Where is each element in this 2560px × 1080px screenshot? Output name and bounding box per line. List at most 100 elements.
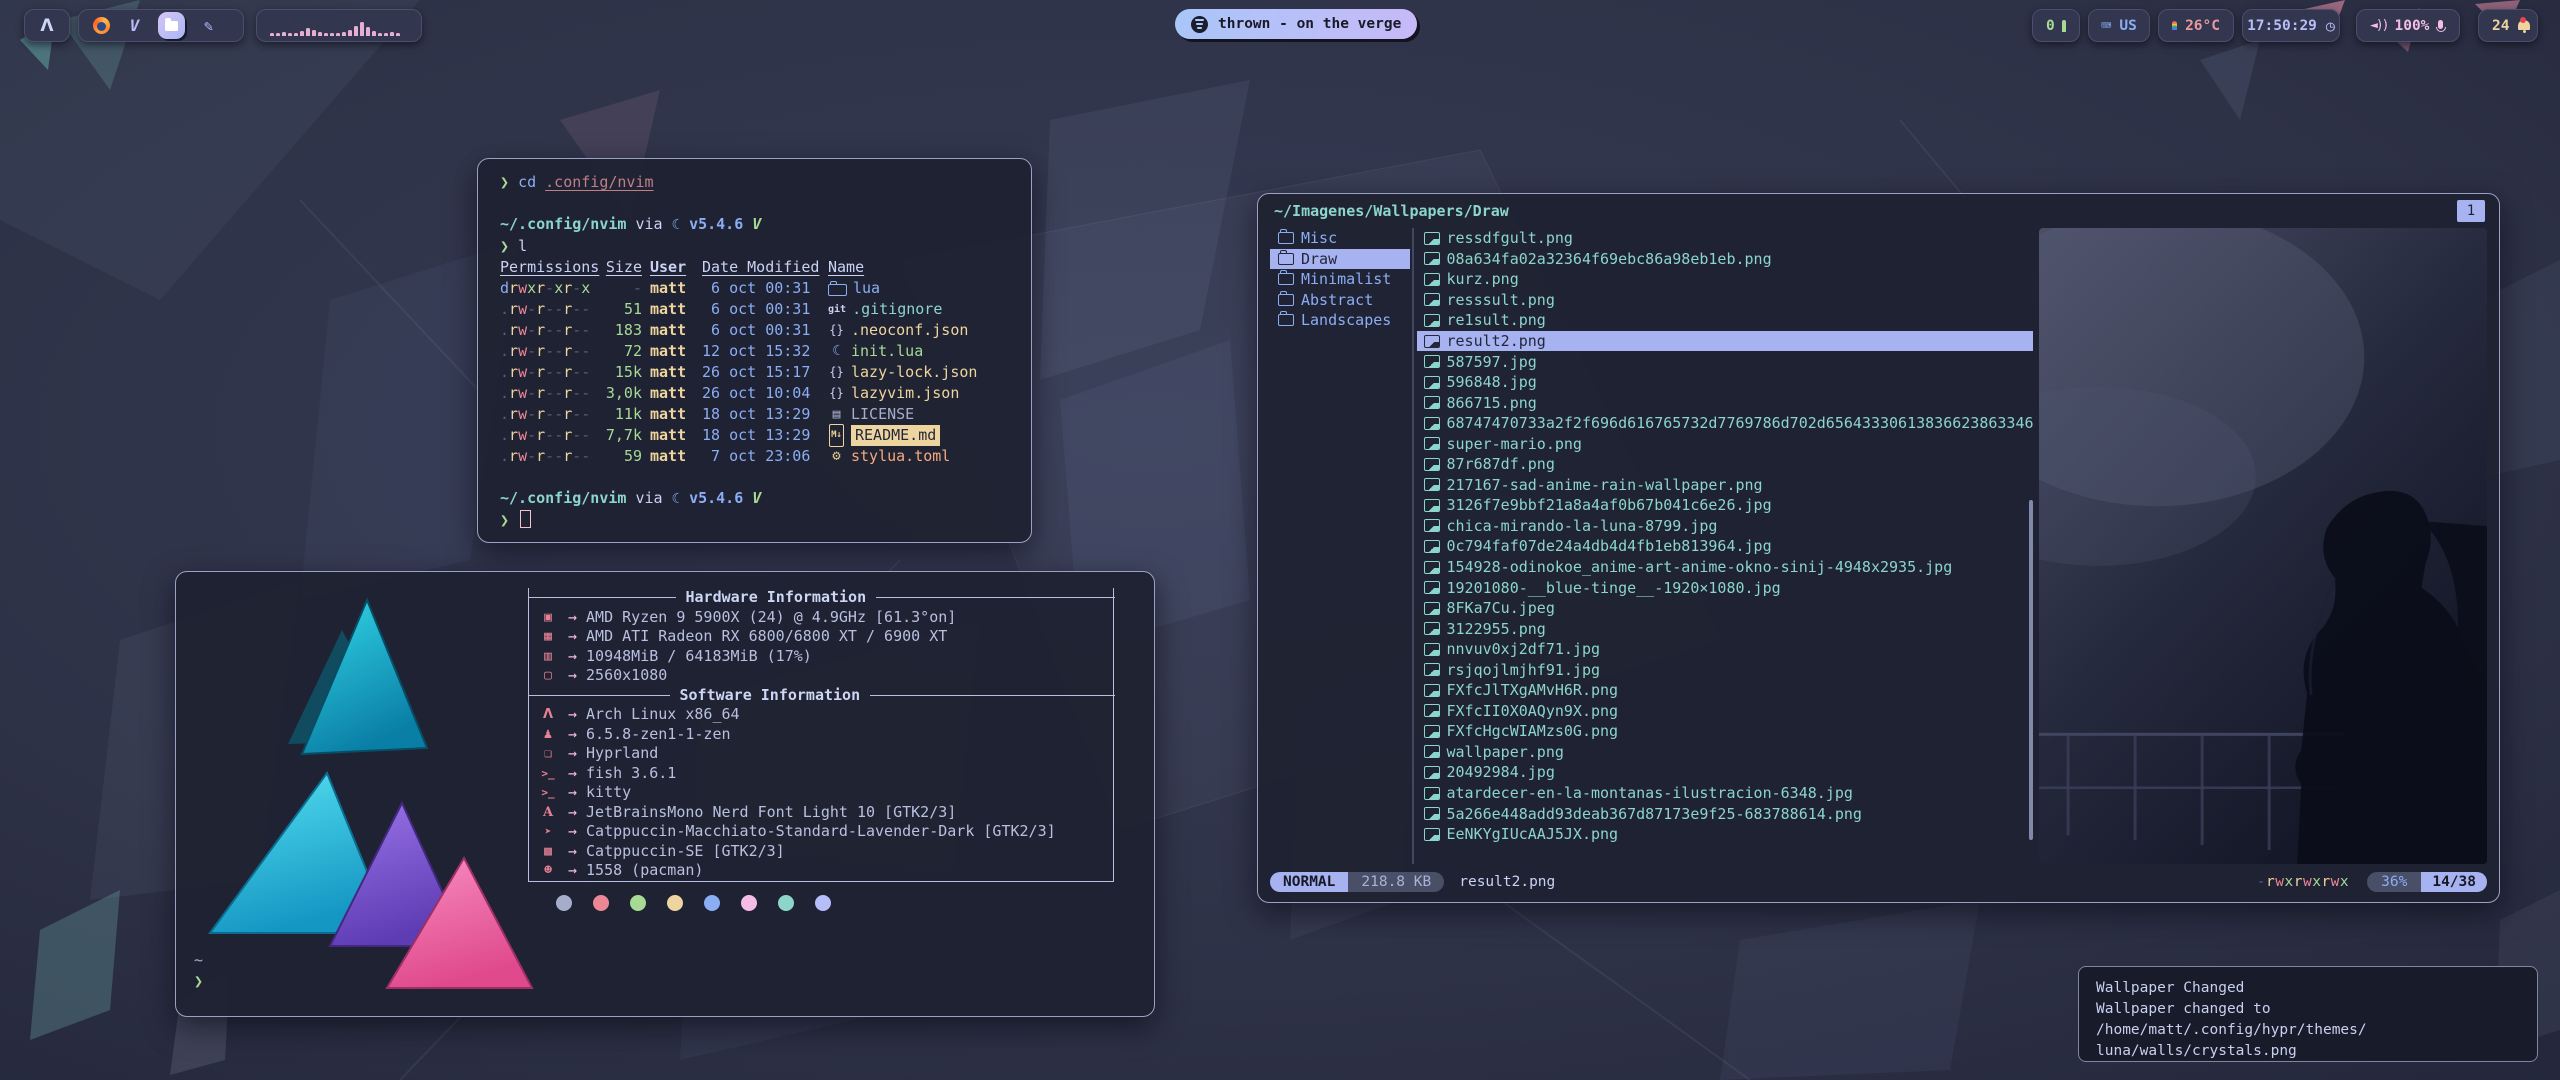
folder-name: Minimalist — [1301, 270, 1391, 288]
file-row[interactable]: 68747470733a2f2f696d616765732d7769786d70… — [1417, 413, 2033, 434]
permissions: .rw-r--r-- — [500, 404, 602, 425]
info-value: Catppuccin-SE [GTK2/3] — [586, 842, 785, 862]
shell-prompt[interactable]: ~ ❯ — [194, 950, 203, 992]
size-badge: 218.8 KB — [1348, 872, 1444, 892]
keyboard-layout-widget[interactable]: ⌨ US — [2088, 9, 2150, 42]
file-row[interactable]: 217167-sad-anime-rain-wallpaper.png — [1417, 475, 2033, 496]
sidebar-folder-item[interactable]: Abstract — [1270, 290, 1410, 311]
prompt-line: ~/.config/nvim via v5.4.6 V — [500, 488, 1009, 510]
file-name: lazyvim.json — [851, 383, 959, 404]
file-row[interactable]: resssult.png — [1417, 290, 2033, 311]
file-row[interactable]: super-mario.png — [1417, 433, 2033, 454]
date-widget[interactable]: 24 — [2478, 9, 2538, 42]
info-row: → 2560x1080 — [529, 666, 1113, 686]
weather-widget[interactable]: 26°C — [2158, 9, 2234, 42]
workspace-brush[interactable]: ✎ — [199, 16, 218, 35]
file-row[interactable]: 87r687df.png — [1417, 454, 2033, 475]
file-date: 26 oct 10:04 — [694, 383, 820, 404]
bell-icon — [2517, 19, 2524, 33]
file-row[interactable]: 596848.jpg — [1417, 372, 2033, 393]
arrow-icon: → — [568, 608, 577, 628]
sidebar-folder-item[interactable]: Landscapes — [1270, 310, 1410, 331]
sidebar-folder-item[interactable]: Misc — [1270, 228, 1410, 249]
file-row[interactable]: EeNKYgIUcAAJ5JX.png — [1417, 824, 2033, 845]
image-icon — [1424, 684, 1440, 697]
workspace-firefox[interactable] — [92, 16, 111, 35]
file-date: 6 oct 00:31 — [694, 278, 820, 299]
file-row[interactable]: 8FKa7Cu.jpeg — [1417, 598, 2033, 619]
audio-visualizer-widget[interactable] — [256, 9, 422, 42]
file-size: 15k — [602, 362, 642, 383]
file-row[interactable]: 587597.jpg — [1417, 351, 2033, 372]
file-manager-window: ~/Imagenes/Wallpapers/Draw 1 Misc Draw — [1257, 193, 2500, 903]
file-row[interactable]: 154928-odinokoe_anime-art-anime-okno-sin… — [1417, 557, 2033, 578]
file-row[interactable]: 08a634fa02a32364f69ebc86a98eb1eb.png — [1417, 249, 2033, 270]
file-row[interactable]: chica-mirando-la-luna-8799.jpg — [1417, 516, 2033, 537]
file-name: 68747470733a2f2f696d616765732d7769786d70… — [1447, 414, 2033, 432]
launcher-button[interactable]: Λ — [24, 9, 70, 42]
selected-file-name: result2.png — [1459, 874, 1555, 890]
visualizer-bar — [372, 31, 376, 36]
scroll-percent: 36% — [2367, 872, 2421, 892]
media-player-pill[interactable]: thrown - on the verge — [1175, 9, 1417, 39]
file-row[interactable]: ressdfgult.png — [1417, 228, 2033, 249]
permissions: .rw-r--r-- — [500, 320, 602, 341]
image-icon — [1424, 458, 1440, 471]
file-row[interactable]: atardecer-en-la-montanas-ilustracion-634… — [1417, 783, 2033, 804]
listing-row: .rw-r--r-- 11k matt 18 oct 13:29 LICENSE — [500, 404, 1009, 425]
terminal-window[interactable]: ❯ cd .config/nvim ~/.config/nvim via v5.… — [477, 158, 1032, 543]
info-row: → Hyprland — [529, 744, 1113, 764]
permissions: .rw-r--r-- — [500, 341, 602, 362]
lua-icon — [828, 344, 845, 359]
updates-widget[interactable]: 0 — [2032, 9, 2080, 42]
permissions: .rw-r--r-- — [500, 362, 602, 383]
file-date: 6 oct 00:31 — [694, 299, 820, 320]
visualizer-bar — [336, 33, 340, 36]
workspace-files-active[interactable] — [158, 12, 185, 39]
file-row[interactable]: FXfcJlTXgAMvH6R.png — [1417, 680, 2033, 701]
file-row[interactable]: rsjqojlmjhf91.jpg — [1417, 659, 2033, 680]
workspace-vim[interactable]: V — [125, 16, 144, 35]
clock-widget[interactable]: 17:50:29 ◷ — [2242, 9, 2340, 42]
file-row[interactable]: 3126f7e9bbf21a8a4af0b67b041c6e26.jpg — [1417, 495, 2033, 516]
desktop: Λ V ✎ thrown - on the verge 0 ⌨ US 26°C … — [0, 0, 2560, 1080]
file-row[interactable]: re1sult.png — [1417, 310, 2033, 331]
input-line[interactable]: ❯ — [500, 510, 1009, 531]
file-row[interactable]: kurz.png — [1417, 269, 2033, 290]
file-owner: matt — [642, 425, 694, 446]
notification-toast[interactable]: Wallpaper Changed Wallpaper changed to /… — [2078, 966, 2538, 1062]
mode-badge: NORMAL — [1270, 872, 1348, 892]
file-row[interactable]: 0c794faf07de24a4db4d4fb1eb813964.jpg — [1417, 536, 2033, 557]
file-row[interactable]: 866715.png — [1417, 392, 2033, 413]
permissions: .rw-r--r-- — [500, 425, 602, 446]
audio-widget[interactable]: ◄)) 100% — [2356, 9, 2460, 42]
notification-body-line: luna/walls/crystals.png — [2096, 1041, 2520, 1062]
file-row[interactable]: 5a266e448add93deab367d87173e9f25-6837886… — [1417, 803, 2033, 824]
image-icon — [1424, 232, 1440, 245]
visualizer-bar — [270, 33, 274, 36]
file-row[interactable]: 3122955.png — [1417, 618, 2033, 639]
sidebar-folder-item[interactable]: Minimalist — [1270, 269, 1410, 290]
file-size: 59 — [602, 446, 642, 467]
file-name: super-mario.png — [1447, 435, 1582, 453]
file-name: re1sult.png — [1447, 311, 1546, 329]
file-row[interactable]: FXfcII0X0AQyn9X.png — [1417, 701, 2033, 722]
file-row[interactable]: FXfcHgcWIAMzs0G.png — [1417, 721, 2033, 742]
image-icon — [1424, 561, 1440, 574]
tux-icon — [537, 725, 559, 745]
file-row[interactable]: wallpaper.png — [1417, 742, 2033, 763]
info-value: Hyprland — [586, 744, 658, 764]
file-name: FXfcII0X0AQyn9X.png — [1447, 702, 1619, 720]
speaker-icon: ◄)) — [2370, 18, 2387, 33]
file-row[interactable]: nnvuv0xj2df71.jpg — [1417, 639, 2033, 660]
file-name: 587597.jpg — [1447, 353, 1537, 371]
file-row[interactable]: result2.png — [1417, 331, 2033, 352]
sidebar-folder-item[interactable]: Draw — [1270, 249, 1410, 270]
tab-badge[interactable]: 1 — [2457, 200, 2485, 222]
file-row[interactable]: 19201080-__blue-tinge__-1920×1080.jpg — [1417, 577, 2033, 598]
visualizer-bar — [300, 31, 304, 36]
file-row[interactable]: 20492984.jpg — [1417, 762, 2033, 783]
file-name: init.lua — [851, 341, 923, 362]
scrollbar[interactable] — [2029, 500, 2033, 840]
file-name: 596848.jpg — [1447, 373, 1537, 391]
